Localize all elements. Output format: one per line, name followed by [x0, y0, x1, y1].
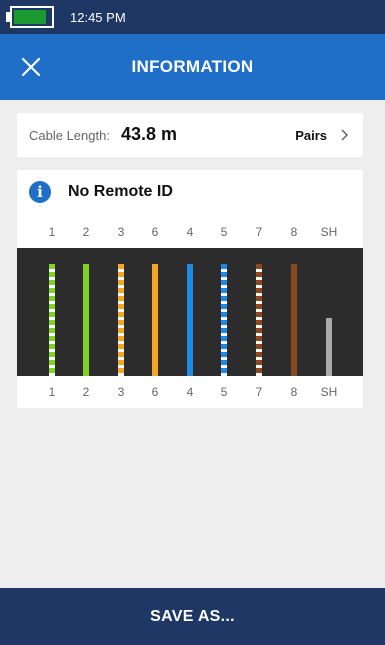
wire-map-card: i No Remote ID 1 2 3 6 4 5 7 8 SH 1 2 3 6 4 5 7 8 SH	[17, 170, 363, 408]
bottom-pin-label-3: 3	[117, 385, 125, 399]
bottom-pin-label-6: 6	[151, 385, 159, 399]
wire-map	[17, 248, 363, 376]
wire-pin-5	[221, 264, 227, 376]
info-icon: i	[29, 181, 51, 203]
bottom-pin-label-1: 1	[48, 385, 56, 399]
wire-pin-4	[187, 264, 193, 376]
top-pin-label-6: 6	[151, 225, 159, 239]
pin-labels-bottom: 1 2 3 6 4 5 7 8 SH	[17, 380, 363, 406]
top-pin-label-7: 7	[255, 225, 263, 239]
top-pin-label-sh: SH	[320, 225, 338, 239]
wire-pin-1	[49, 264, 55, 376]
bottom-pin-label-4: 4	[186, 385, 194, 399]
top-pin-label-3: 3	[117, 225, 125, 239]
chevron-right-icon	[341, 129, 349, 141]
top-pin-label-8: 8	[290, 225, 298, 239]
header: INFORMATION	[0, 34, 385, 100]
bottom-pin-label-7: 7	[255, 385, 263, 399]
save-as-label: SAVE AS...	[150, 608, 235, 625]
top-pin-label-4: 4	[186, 225, 194, 239]
page-title: INFORMATION	[131, 57, 254, 76]
wire-pin-7	[256, 264, 262, 376]
cable-length-card: Cable Length: 43.8 m Pairs	[17, 113, 363, 157]
bottom-pin-label-8: 8	[290, 385, 298, 399]
status-bar: 12:45 PM	[0, 0, 385, 34]
cable-length-value: 43.8 m	[121, 124, 178, 144]
remote-id-label: No Remote ID	[68, 183, 173, 200]
bottom-pin-label-2: 2	[82, 385, 90, 399]
wire-pin-8	[291, 264, 297, 376]
wire-pin-sh	[326, 318, 332, 376]
wire-pin-2	[83, 264, 89, 376]
top-pin-label-1: 1	[48, 225, 56, 239]
pin-labels-top: 1 2 3 6 4 5 7 8 SH	[17, 220, 363, 246]
wire-pin-3	[118, 264, 124, 376]
battery-icon	[10, 6, 54, 28]
top-pin-label-2: 2	[82, 225, 90, 239]
wire-pin-6	[152, 264, 158, 376]
pairs-label: Pairs	[295, 127, 327, 143]
status-time: 12:45 PM	[70, 10, 126, 25]
save-as-button[interactable]: SAVE AS...	[0, 588, 385, 645]
bottom-pin-label-5: 5	[220, 385, 228, 399]
top-pin-label-5: 5	[220, 225, 228, 239]
bottom-pin-label-sh: SH	[320, 385, 338, 399]
cable-length-label: Cable Length:	[29, 128, 110, 143]
pairs-button[interactable]: Pairs	[295, 126, 349, 144]
remote-id-row: i No Remote ID	[17, 170, 363, 214]
battery-level	[14, 10, 46, 24]
